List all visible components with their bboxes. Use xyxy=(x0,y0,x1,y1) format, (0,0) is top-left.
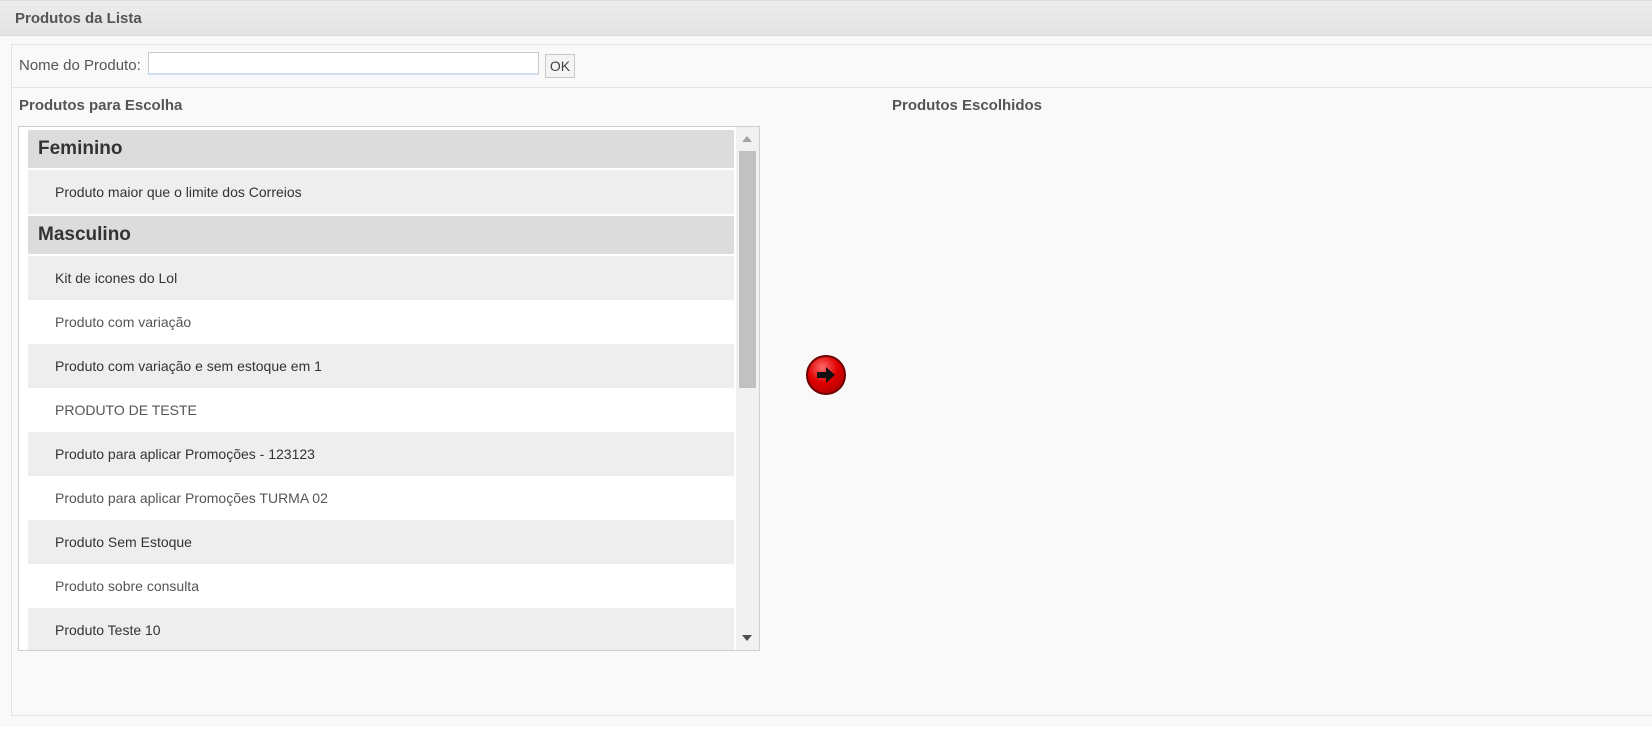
list-item[interactable]: Produto maior que o limite dos Correios xyxy=(28,170,734,216)
list-item[interactable]: Produto com variação xyxy=(28,300,734,344)
available-products-title: Produtos para Escolha xyxy=(19,97,183,114)
search-row: Nome do Produto: OK xyxy=(12,45,1652,88)
move-to-chosen-button[interactable] xyxy=(806,355,846,395)
scroll-up-arrow-icon[interactable] xyxy=(742,136,752,142)
chosen-products-title: Produtos Escolhidos xyxy=(892,97,1043,114)
available-products-list[interactable]: Feminino Produto maior que o limite dos … xyxy=(18,126,760,651)
scroll-down-arrow-icon[interactable] xyxy=(742,635,752,641)
list-item[interactable]: Produto Teste 10 xyxy=(28,608,734,650)
available-products-content: Feminino Produto maior que o limite dos … xyxy=(28,130,734,650)
products-panel: Produtos da Lista Nome do Produto: OK Pr… xyxy=(0,0,1652,727)
list-scrollbar[interactable] xyxy=(736,127,759,650)
panel-title: Produtos da Lista xyxy=(15,10,142,27)
list-item[interactable]: Produto com variação e sem estoque em 1 xyxy=(28,344,734,388)
ok-button[interactable]: OK xyxy=(545,54,575,78)
scroll-thumb[interactable] xyxy=(739,151,756,388)
product-name-input[interactable] xyxy=(148,52,539,75)
list-item[interactable]: Kit de icones do Lol xyxy=(28,256,734,300)
group-header-feminino: Feminino xyxy=(28,130,734,170)
group-header-masculino: Masculino xyxy=(28,216,734,256)
list-item[interactable]: Produto para aplicar Promoções TURMA 02 xyxy=(28,476,734,520)
panel-header: Produtos da Lista xyxy=(0,1,1652,36)
search-label: Nome do Produto: xyxy=(19,57,141,74)
arrow-right-icon xyxy=(817,367,835,383)
list-item[interactable]: PRODUTO DE TESTE xyxy=(28,388,734,432)
list-item[interactable]: Produto Sem Estoque xyxy=(28,520,734,564)
list-item[interactable]: Produto sobre consulta xyxy=(28,564,734,608)
chosen-products-list[interactable] xyxy=(892,126,1632,651)
list-item[interactable]: Produto para aplicar Promoções - 123123 xyxy=(28,432,734,476)
